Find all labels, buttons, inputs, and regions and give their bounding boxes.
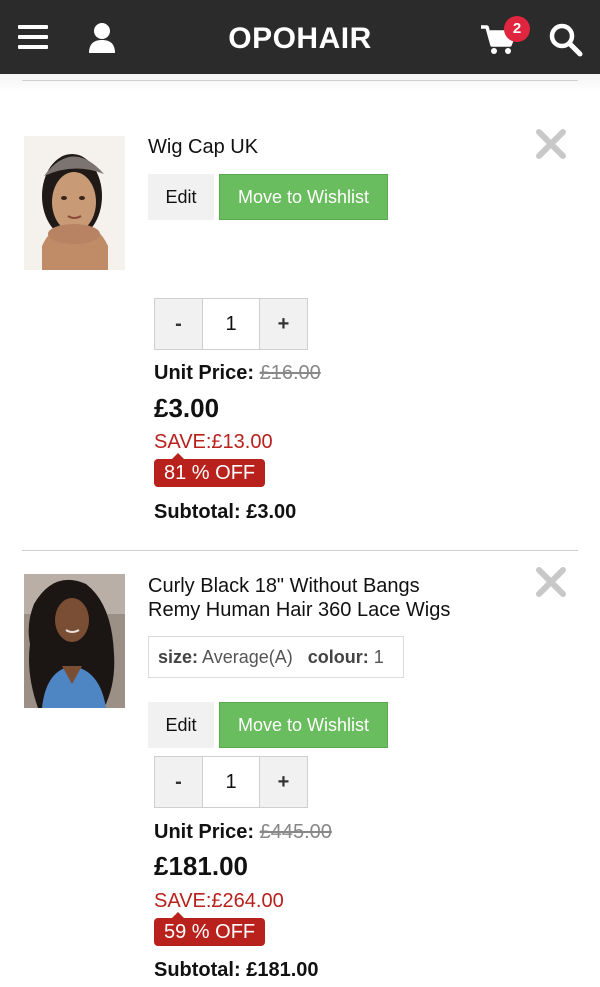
close-icon[interactable] bbox=[534, 565, 568, 599]
move-to-wishlist-button[interactable]: Move to Wishlist bbox=[219, 702, 388, 748]
menu-icon[interactable] bbox=[18, 25, 48, 51]
sale-price: £3.00 bbox=[154, 393, 220, 423]
increase-quantity-button[interactable]: + bbox=[260, 299, 307, 349]
original-price: £445.00 bbox=[259, 821, 332, 843]
discount-badge: 59 % OFF bbox=[154, 912, 266, 946]
quantity-input[interactable] bbox=[202, 757, 260, 807]
product-title[interactable]: Curly Black 18" Without Bangs Remy Human… bbox=[148, 574, 450, 622]
divider bbox=[22, 80, 578, 81]
increase-quantity-button[interactable]: + bbox=[260, 757, 307, 807]
product-title[interactable]: Wig Cap UK bbox=[148, 135, 258, 159]
search-icon[interactable] bbox=[548, 22, 584, 58]
item-subtotal: Subtotal: £181.00 bbox=[154, 959, 319, 981]
size-label: size: bbox=[158, 647, 199, 667]
header-shadow bbox=[0, 74, 600, 92]
unit-price: Unit Price: £16.00 bbox=[154, 362, 321, 385]
item-subtotal: Subtotal: £3.00 bbox=[154, 501, 297, 523]
edit-button[interactable]: Edit bbox=[148, 174, 214, 220]
top-navigation-bar: OPOHAIR 2 bbox=[0, 0, 600, 74]
cart-count-badge: 2 bbox=[504, 16, 530, 42]
decrease-quantity-button[interactable]: - bbox=[155, 757, 202, 807]
quantity-input[interactable] bbox=[202, 299, 260, 349]
product-image-wig-cap[interactable] bbox=[24, 136, 125, 270]
move-to-wishlist-button[interactable]: Move to Wishlist bbox=[219, 174, 388, 220]
discount-badge: 81 % OFF bbox=[154, 453, 266, 487]
original-price: £16.00 bbox=[259, 362, 321, 384]
quantity-stepper: - + bbox=[154, 298, 308, 350]
decrease-quantity-button[interactable]: - bbox=[155, 299, 202, 349]
product-image-curly-wig[interactable] bbox=[24, 574, 125, 708]
product-title-line: Remy Human Hair 360 Lace Wigs bbox=[148, 599, 451, 621]
edit-button[interactable]: Edit bbox=[148, 702, 214, 748]
savings-amount: SAVE:£13.00 bbox=[154, 431, 273, 453]
sale-price: £181.00 bbox=[154, 851, 248, 881]
unit-price-label: Unit Price: bbox=[154, 821, 255, 843]
product-options: size: Average(A) colour: 1 bbox=[148, 636, 404, 678]
close-icon[interactable] bbox=[534, 127, 568, 161]
unit-price-label: Unit Price: bbox=[154, 362, 255, 384]
size-value: Average(A) bbox=[202, 647, 293, 667]
quantity-stepper: - + bbox=[154, 756, 308, 808]
product-title-line: Curly Black 18" Without Bangs bbox=[148, 575, 420, 597]
colour-label: colour: bbox=[307, 647, 369, 667]
divider bbox=[22, 550, 578, 551]
user-icon[interactable] bbox=[86, 22, 118, 54]
unit-price: Unit Price: £445.00 bbox=[154, 821, 332, 844]
colour-value: 1 bbox=[373, 647, 384, 667]
savings-amount: SAVE:£264.00 bbox=[154, 890, 284, 912]
